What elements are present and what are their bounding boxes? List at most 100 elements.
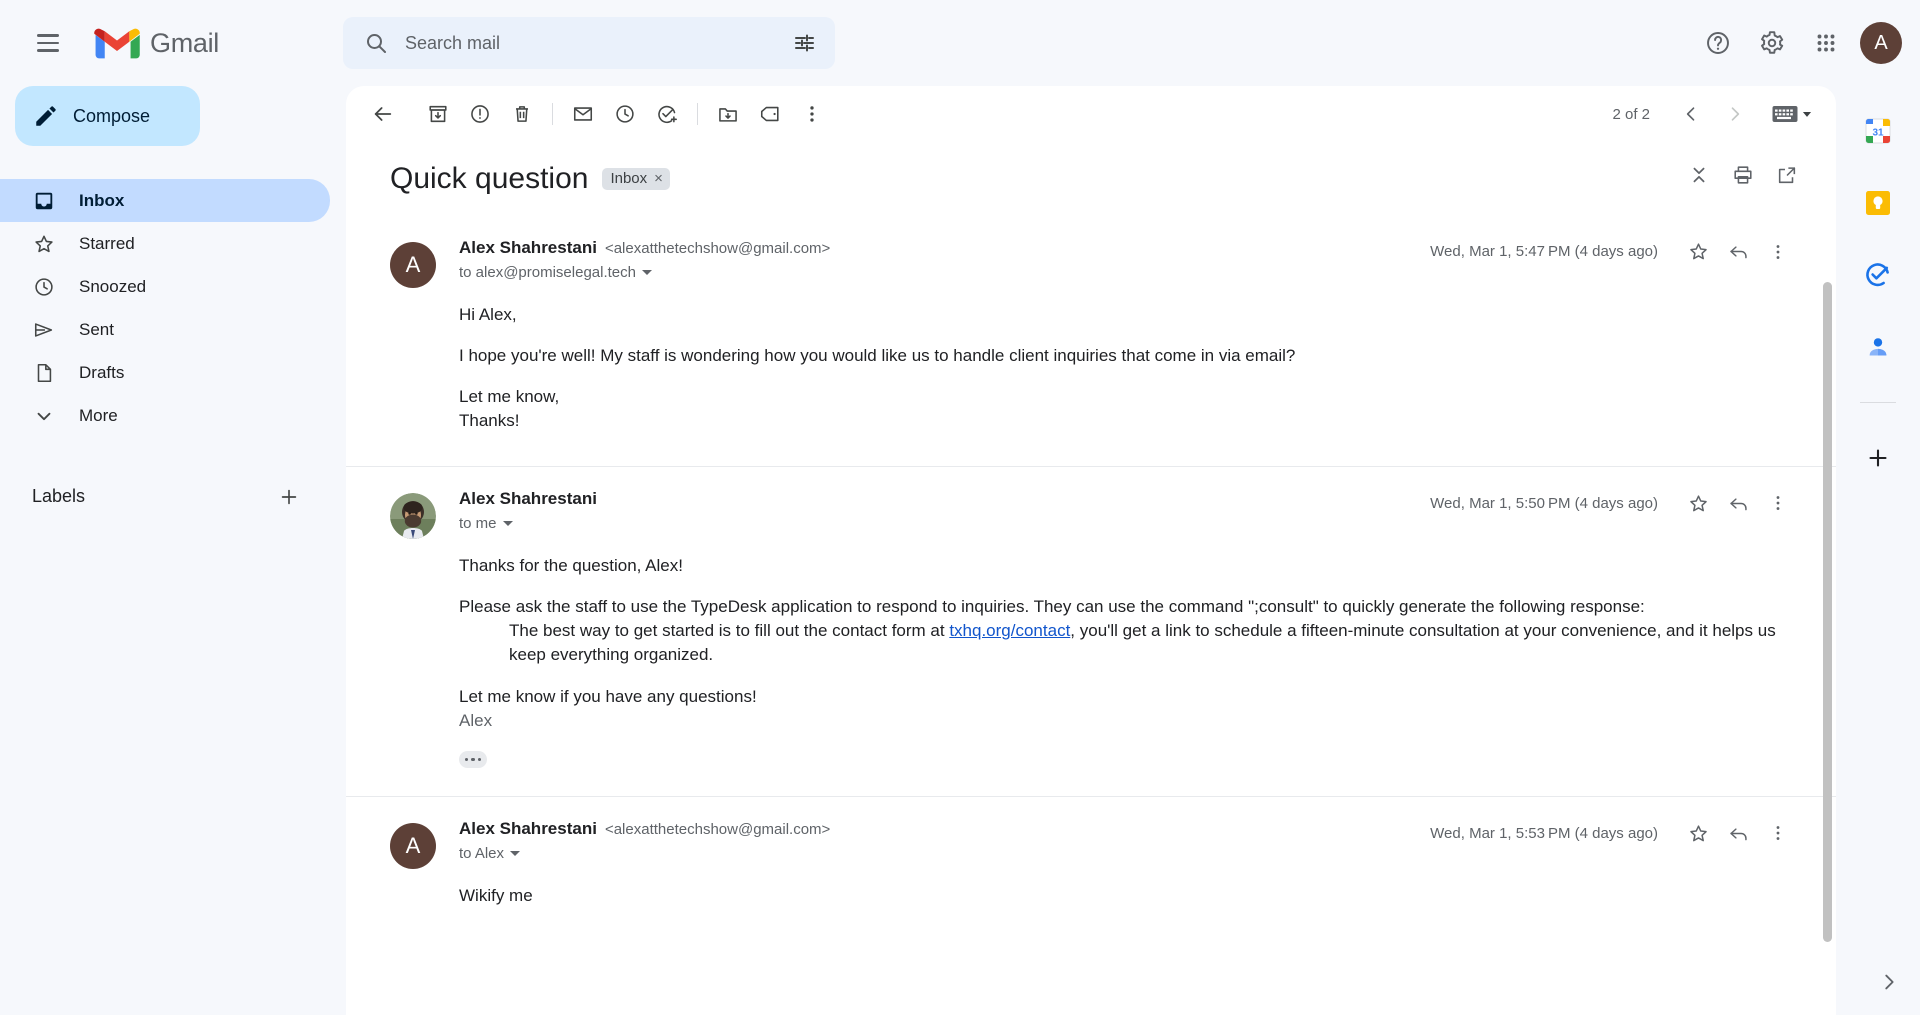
message-panel: 2 of 2 Quick question Inbox × A Alex Sha… — [346, 86, 1836, 1015]
sidebar-item-sent[interactable]: Sent — [0, 308, 330, 351]
report-spam-icon[interactable] — [459, 93, 501, 135]
top-header: Gmail Search mail A — [0, 0, 1920, 86]
message-paragraph: Hi Alex, — [459, 304, 517, 324]
page-title: Quick question — [390, 162, 589, 195]
message-actions: Wed, Mar 1, 5:47 PM (4 days ago) — [1430, 232, 1798, 272]
search-icon[interactable] — [355, 22, 397, 64]
draft-icon — [32, 361, 56, 385]
message-paragraph: Thanks! — [459, 410, 520, 430]
message-actions: Wed, Mar 1, 5:50 PM (4 days ago) — [1430, 483, 1798, 523]
message-item: Alex Shahrestani to me Wed, Mar 1, 5:50 … — [346, 466, 1836, 774]
star-icon[interactable] — [1678, 813, 1718, 853]
message-signature: Alex — [459, 710, 493, 730]
sidebar-item-label: More — [79, 405, 118, 425]
sender-email: <alexatthetechshow@gmail.com> — [604, 821, 831, 839]
gmail-app: Gmail Search mail A Compose Inbox Starre… — [0, 0, 1920, 1015]
google-calendar-icon[interactable]: 31 — [1857, 110, 1899, 152]
mark-unread-icon[interactable] — [562, 93, 604, 135]
message-date: Wed, Mar 1, 5:50 PM (4 days ago) — [1430, 494, 1658, 512]
svg-text:31: 31 — [1872, 128, 1884, 139]
sidebar-item-snoozed[interactable]: Snoozed — [0, 265, 330, 308]
trash-icon[interactable] — [501, 93, 543, 135]
google-tasks-icon[interactable] — [1857, 254, 1899, 296]
open-in-new-window-icon[interactable] — [1776, 164, 1798, 191]
sidebar-item-inbox[interactable]: Inbox — [0, 179, 330, 222]
reply-arrow-icon[interactable] — [1718, 813, 1758, 853]
avatar[interactable] — [390, 493, 436, 539]
hamburger-icon[interactable] — [24, 19, 72, 67]
collapse-all-icon[interactable] — [1688, 164, 1710, 191]
subject-row: Quick question Inbox × — [346, 142, 1836, 216]
avatar[interactable]: A — [1860, 22, 1902, 64]
message-paragraph: Let me know if you have any questions! — [459, 686, 757, 706]
search-bar — [343, 17, 835, 69]
apps-grid-icon[interactable] — [1802, 19, 1850, 67]
header-actions: A — [1694, 0, 1902, 86]
keyboard-icon[interactable] — [1772, 105, 1814, 124]
sidebar: Compose Inbox Starred Snoozed Sent Draft… — [0, 86, 330, 1015]
show-trimmed-content-icon[interactable] — [459, 750, 487, 768]
star-icon[interactable] — [1678, 483, 1718, 523]
gear-icon[interactable] — [1748, 19, 1796, 67]
chevron-right-icon[interactable] — [1714, 93, 1756, 135]
reply-arrow-icon[interactable] — [1718, 483, 1758, 523]
sidebar-nav: Inbox Starred Snoozed Sent Drafts More — [0, 179, 330, 437]
label-chip-inbox[interactable]: Inbox × — [602, 168, 670, 190]
profile-photo — [390, 493, 436, 539]
contact-form-link[interactable]: txhq.org/contact — [949, 621, 1070, 640]
close-icon[interactable]: × — [654, 171, 663, 186]
sidebar-item-more[interactable]: More — [0, 394, 330, 437]
google-contacts-icon[interactable] — [1857, 326, 1899, 368]
help-icon[interactable] — [1694, 19, 1742, 67]
message-quoted-snippet: The best way to get started is to fill o… — [459, 619, 1802, 667]
filter-options-icon[interactable] — [783, 22, 825, 64]
message-paragraph: Wikify me — [459, 886, 533, 906]
snooze-clock-icon[interactable] — [604, 93, 646, 135]
chevron-left-icon[interactable] — [1670, 93, 1712, 135]
caret-down-icon — [510, 851, 521, 857]
star-icon[interactable] — [1678, 232, 1718, 272]
back-arrow-icon[interactable] — [362, 93, 404, 135]
expand-panel-button[interactable] — [1868, 961, 1910, 1003]
avatar-initial: A — [405, 251, 421, 277]
message-body: Wikify me — [459, 884, 1802, 914]
print-icon[interactable] — [1732, 164, 1754, 191]
plus-icon[interactable] — [1857, 437, 1899, 479]
thread-actions — [1688, 164, 1798, 191]
avatar[interactable]: A — [390, 241, 436, 288]
scrollbar[interactable] — [1823, 282, 1832, 942]
google-keep-icon[interactable] — [1857, 182, 1899, 224]
plus-icon[interactable] — [274, 482, 304, 512]
compose-label: Compose — [73, 105, 151, 126]
message-item: A Alex Shahrestani <alexatthetechshow@gm… — [346, 796, 1836, 914]
message-counter: 2 of 2 — [1612, 105, 1650, 123]
more-vertical-icon[interactable] — [1758, 232, 1798, 272]
archive-icon[interactable] — [417, 93, 459, 135]
gmail-logo[interactable]: Gmail — [94, 26, 219, 61]
search-input[interactable] — [397, 32, 783, 54]
sender-name: Alex Shahrestani — [459, 489, 597, 508]
reply-arrow-icon[interactable] — [1718, 232, 1758, 272]
sidebar-item-drafts[interactable]: Drafts — [0, 351, 330, 394]
brand-title: Gmail — [150, 27, 220, 58]
label-tag-icon[interactable] — [749, 93, 791, 135]
avatar[interactable]: A — [390, 823, 436, 870]
account-initial: A — [1874, 31, 1888, 54]
add-to-tasks-icon[interactable] — [646, 93, 688, 135]
caret-down-icon — [502, 521, 513, 526]
move-to-folder-icon[interactable] — [707, 93, 749, 135]
more-vertical-icon[interactable] — [791, 93, 833, 135]
sidebar-item-label: Sent — [79, 319, 114, 339]
message-body: Hi Alex, I hope you're well! My staff is… — [459, 303, 1802, 457]
caret-down-icon — [1802, 111, 1812, 117]
more-vertical-icon[interactable] — [1758, 813, 1798, 853]
more-vertical-icon[interactable] — [1758, 483, 1798, 523]
compose-button[interactable]: Compose — [15, 86, 200, 146]
sender-name: Alex Shahrestani — [459, 819, 597, 839]
sender-name: Alex Shahrestani — [459, 237, 597, 257]
sidebar-item-starred[interactable]: Starred — [0, 222, 330, 265]
send-icon — [32, 318, 56, 342]
message-actions: Wed, Mar 1, 5:53 PM (4 days ago) — [1430, 813, 1798, 853]
pencil-icon — [36, 106, 56, 126]
labels-section-header: Labels — [0, 475, 330, 518]
